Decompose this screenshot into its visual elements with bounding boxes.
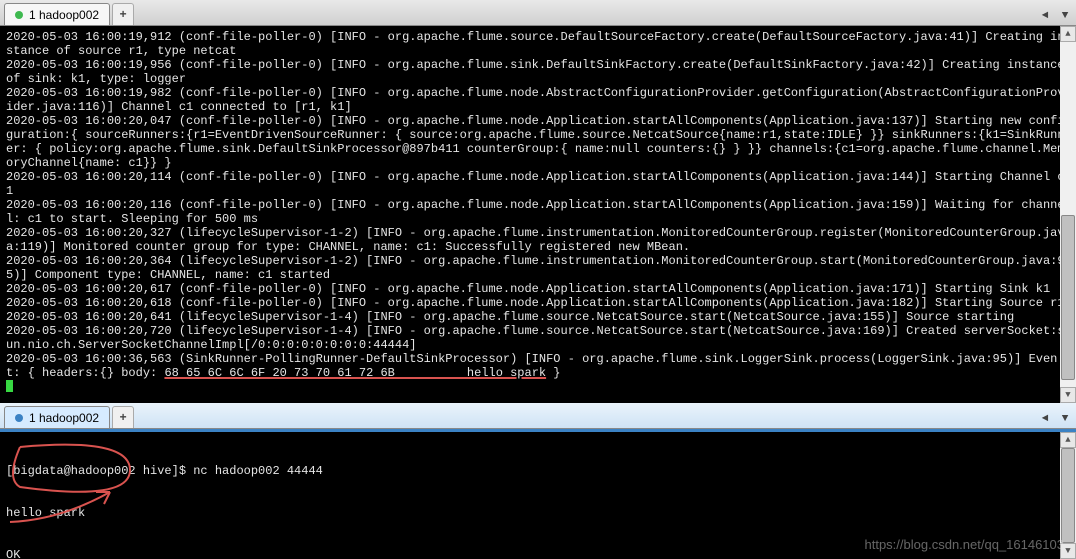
log-line: 2020-05-03 16:00:20,047 (conf-file-polle… [6, 114, 1070, 170]
log-line: 2020-05-03 16:00:20,720 (lifecycleSuperv… [6, 324, 1070, 352]
log-line: 2020-05-03 16:00:20,327 (lifecycleSuperv… [6, 226, 1070, 254]
tab-dropdown-icon[interactable]: ▼ [1056, 410, 1074, 428]
terminal-top[interactable]: 2020-05-03 16:00:19,912 (conf-file-polle… [0, 26, 1076, 403]
log-line: 2020-05-03 16:00:20,617 (conf-file-polle… [6, 282, 1070, 296]
scroll-up-icon[interactable]: ▲ [1060, 26, 1076, 42]
status-dot-icon [15, 414, 23, 422]
log-line: 2020-05-03 16:00:20,114 (conf-file-polle… [6, 170, 1070, 198]
log-line: 2020-05-03 16:00:20,364 (lifecycleSuperv… [6, 254, 1070, 282]
tab-scroll-left-icon[interactable]: ◄ [1036, 410, 1054, 428]
log-line: 2020-05-03 16:00:19,912 (conf-file-polle… [6, 30, 1070, 58]
output-line: hello spark [6, 506, 1070, 520]
status-dot-icon [15, 11, 23, 19]
tabbar-top: 1 hadoop002 + ◄ ▼ [0, 0, 1076, 26]
tab-hadoop002-bottom[interactable]: 1 hadoop002 [4, 406, 110, 428]
prompt-line: [bigdata@hadoop002 hive]$ nc hadoop002 4… [6, 464, 1070, 478]
scroll-thumb[interactable] [1061, 448, 1075, 543]
tab-scroll-left-icon[interactable]: ◄ [1036, 7, 1054, 25]
plus-icon: + [119, 411, 126, 425]
terminal-bottom[interactable]: [bigdata@hadoop002 hive]$ nc hadoop002 4… [0, 429, 1076, 559]
tabbar-bottom: 1 hadoop002 + ◄ ▼ [0, 403, 1076, 429]
log-line: 2020-05-03 16:00:20,618 (conf-file-polle… [6, 296, 1070, 310]
scrollbar-top[interactable]: ▲ ▼ [1060, 26, 1076, 403]
log-line: 2020-05-03 16:00:19,956 (conf-file-polle… [6, 58, 1070, 86]
scroll-thumb[interactable] [1061, 215, 1075, 381]
scroll-track[interactable] [1060, 448, 1076, 543]
log-line: 2020-05-03 16:00:20,116 (conf-file-polle… [6, 198, 1070, 226]
cursor-icon [6, 380, 13, 392]
log-line: 2020-05-03 16:00:36,563 (SinkRunner-Poll… [6, 352, 1070, 380]
tab-hadoop002-top[interactable]: 1 hadoop002 [4, 3, 110, 25]
log-line: 2020-05-03 16:00:19,982 (conf-file-polle… [6, 86, 1070, 114]
scroll-down-icon[interactable]: ▼ [1060, 387, 1076, 403]
tab-label: 1 hadoop002 [29, 8, 99, 22]
log-line: 2020-05-03 16:00:20,641 (lifecycleSuperv… [6, 310, 1070, 324]
watermark: https://blog.csdn.net/qq_16146103 [861, 536, 1069, 553]
add-tab-button-top[interactable]: + [112, 3, 134, 25]
plus-icon: + [119, 8, 126, 22]
tab-dropdown-icon[interactable]: ▼ [1056, 7, 1074, 25]
tab-label: 1 hadoop002 [29, 411, 99, 425]
scroll-up-icon[interactable]: ▲ [1060, 432, 1076, 448]
add-tab-button-bottom[interactable]: + [112, 406, 134, 428]
scroll-track[interactable] [1060, 42, 1076, 387]
